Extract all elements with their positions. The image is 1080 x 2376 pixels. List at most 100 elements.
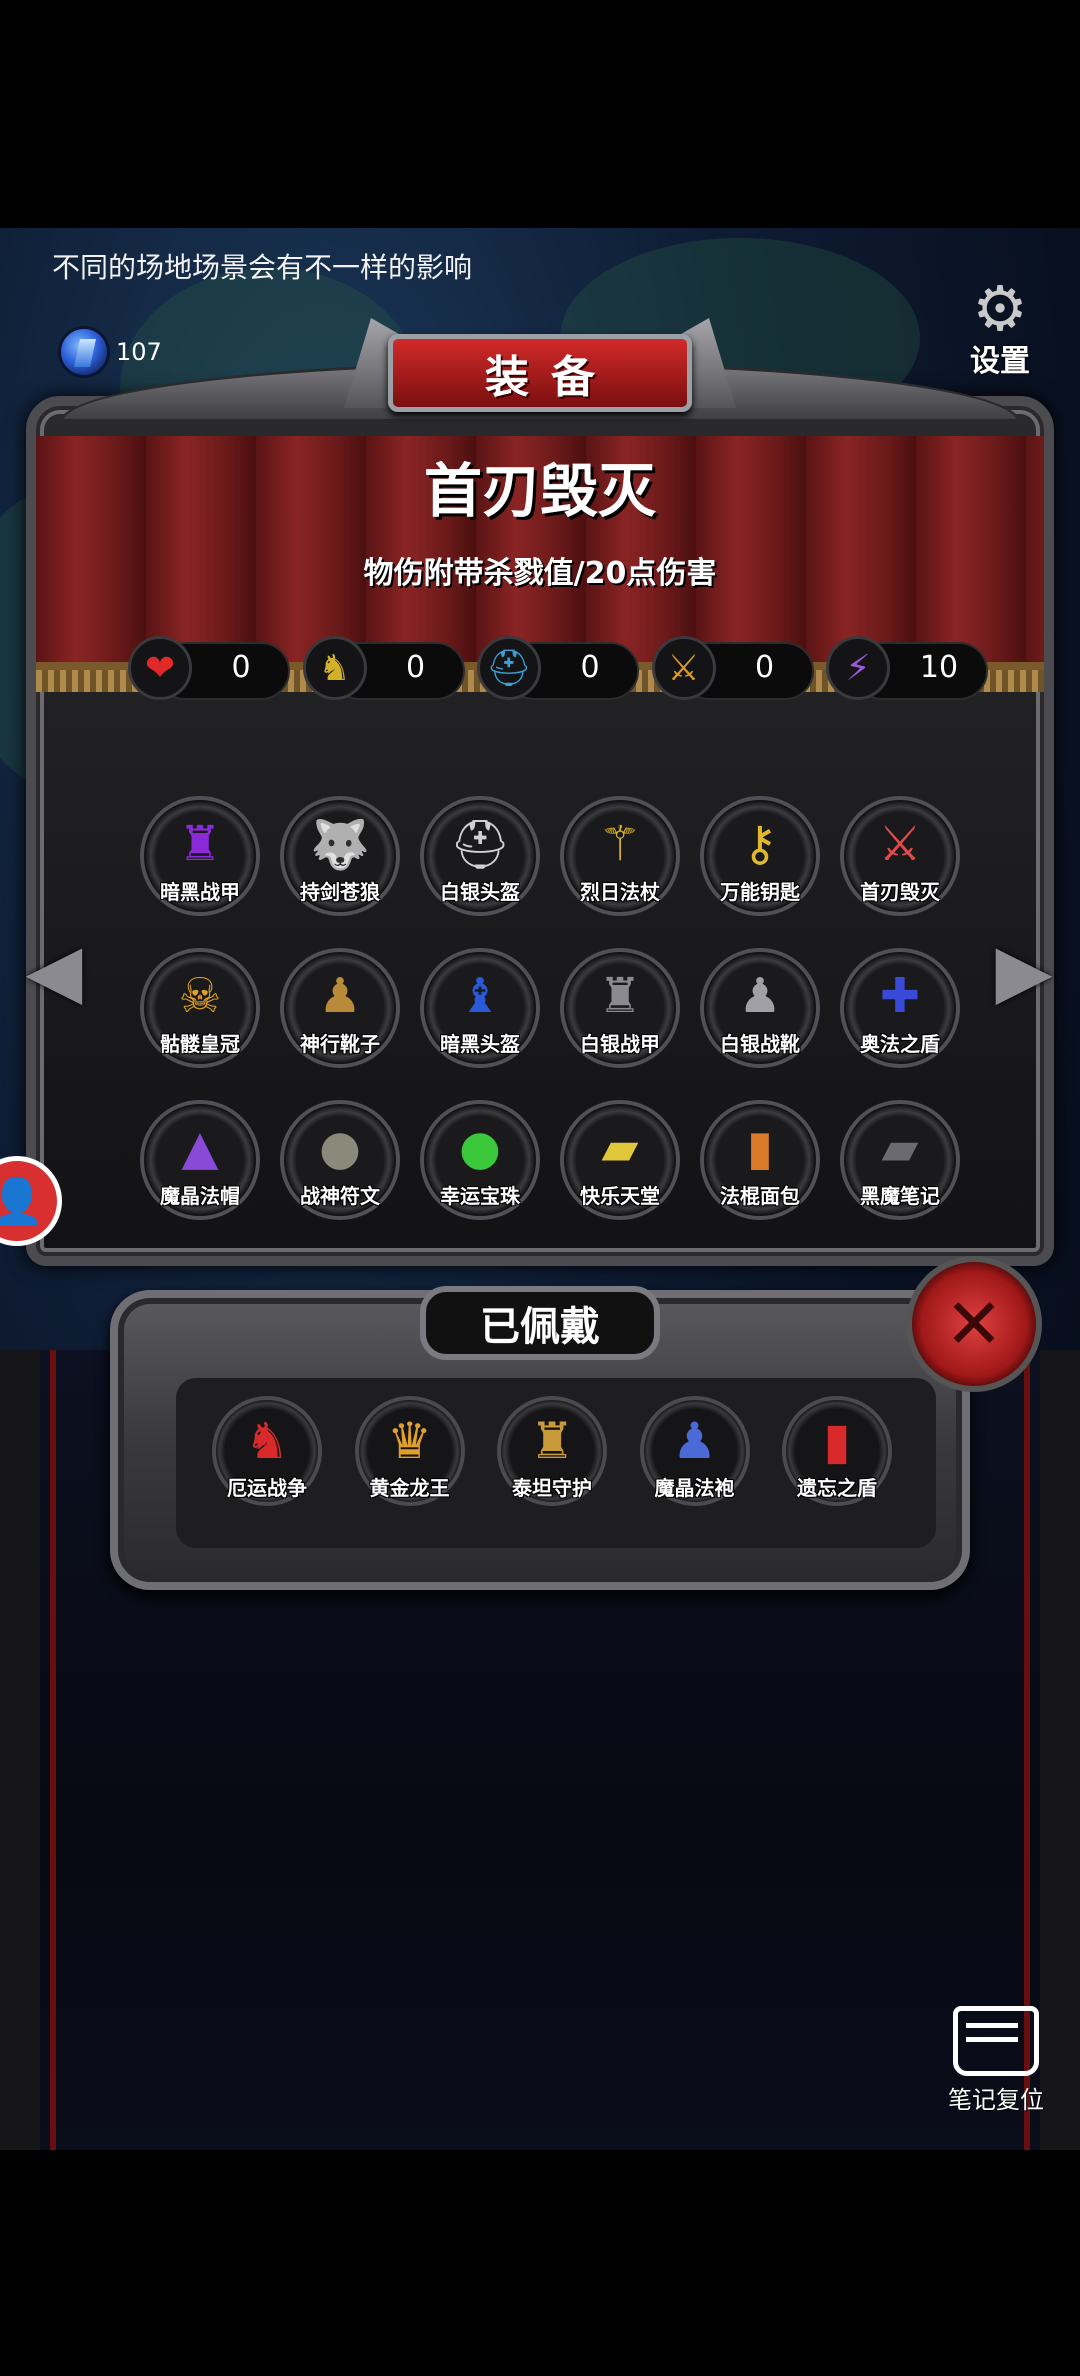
inventory-slot[interactable]: ✚ 奥法之盾 bbox=[840, 948, 960, 1068]
equipped-slot[interactable]: ♜ 泰坦守护 bbox=[497, 1396, 607, 1506]
next-page-arrow[interactable]: ▶ bbox=[984, 896, 1064, 1046]
slot-label: 黑魔笔记 bbox=[860, 1184, 940, 1208]
inventory-slot[interactable]: ☠ 骷髅皇冠 bbox=[140, 948, 260, 1068]
golden-book-icon: ▰ bbox=[601, 1120, 639, 1176]
gem-counter: 107 bbox=[58, 326, 162, 378]
silver-armor-icon: ♜ bbox=[598, 968, 642, 1024]
prev-page-arrow[interactable]: ◀ bbox=[14, 896, 94, 1046]
inventory-slot[interactable]: ⚚ 烈日法杖 bbox=[560, 796, 680, 916]
equipped-label: 厄运战争 bbox=[227, 1476, 307, 1500]
silver-boots-icon: ♟ bbox=[738, 968, 782, 1024]
slot-label: 魔晶法帽 bbox=[160, 1184, 240, 1208]
equipped-label: 魔晶法袍 bbox=[654, 1476, 735, 1500]
equipped-label: 遗忘之盾 bbox=[797, 1476, 877, 1500]
stat-value: 0 bbox=[580, 650, 600, 685]
reset-notes-button[interactable]: 笔记复位 bbox=[936, 2006, 1056, 2115]
dark-helmet-icon: ♝ bbox=[458, 968, 502, 1024]
inventory-slot[interactable]: ♝ 暗黑头盔 bbox=[420, 948, 540, 1068]
slot-label: 白银头盔 bbox=[440, 880, 520, 904]
inventory-grid: ♜ 暗黑战甲 🐺 持剑苍狼 ⛑ 白银头盔 ⚚ 烈日法杖 ⚷ 万能钥匙 ⚔ 首刃毁灭 ☠ 骷髅皇冠 ♟ 神行靴子… bbox=[140, 796, 960, 1220]
settings-button[interactable]: ⚙ 设置 bbox=[960, 278, 1040, 380]
stat-strength: ♞ 0 bbox=[302, 636, 465, 700]
arcane-shield-icon: ✚ bbox=[879, 968, 921, 1024]
panel-title: 装备 bbox=[485, 352, 617, 403]
dark-armor-icon: ♜ bbox=[178, 816, 222, 872]
stat-sword: ⚔ 0 bbox=[651, 636, 814, 700]
sword-icon: ⚔ bbox=[651, 636, 716, 700]
equipped-slot[interactable]: ▮ 遗忘之盾 bbox=[782, 1396, 892, 1506]
close-button[interactable]: ✕ bbox=[906, 1256, 1042, 1392]
robe-icon: ♟ bbox=[672, 1412, 717, 1470]
slot-label: 战神符文 bbox=[300, 1184, 380, 1208]
inventory-slot[interactable]: ▲ 魔晶法帽 bbox=[140, 1100, 260, 1220]
wizard-hat-icon: ▲ bbox=[181, 1120, 219, 1176]
inventory-slot[interactable]: ♟ 白银战靴 bbox=[700, 948, 820, 1068]
inventory-slot[interactable]: ⛑ 白银头盔 bbox=[420, 796, 540, 916]
inventory-slot[interactable]: ♟ 神行靴子 bbox=[280, 948, 400, 1068]
inventory-slot[interactable]: ♜ 暗黑战甲 bbox=[140, 796, 260, 916]
inventory-slot[interactable]: ⚷ 万能钥匙 bbox=[700, 796, 820, 916]
close-icon: ✕ bbox=[944, 1283, 1004, 1365]
stat-bar: ❤ 0 ♞ 0 ⛑ 0 ⚔ 0 ⚡ 10 bbox=[128, 636, 988, 700]
skull-crown-icon: ☠ bbox=[178, 968, 222, 1024]
blade-icon: ⚔ bbox=[878, 816, 922, 872]
staff-icon: ⚚ bbox=[598, 816, 642, 872]
equipped-title: 已佩戴 bbox=[420, 1286, 660, 1360]
key-icon: ⚷ bbox=[742, 816, 778, 872]
blue-gem-icon bbox=[58, 326, 110, 378]
red-shield-icon: ▮ bbox=[823, 1412, 851, 1470]
inventory-slot[interactable]: ▰ 黑魔笔记 bbox=[840, 1100, 960, 1220]
rune-icon: ● bbox=[319, 1120, 361, 1176]
slot-label: 万能钥匙 bbox=[720, 880, 800, 904]
red-knight-icon: ♞ bbox=[244, 1412, 290, 1470]
slot-label: 首刃毁灭 bbox=[860, 880, 940, 904]
inventory-slot[interactable]: ● 战神符文 bbox=[280, 1100, 400, 1220]
baguette-icon: ▮ bbox=[746, 1120, 774, 1176]
hint-text: 不同的场地场景会有不一样的影响 bbox=[52, 251, 473, 284]
stat-helmet: ⛑ 0 bbox=[477, 636, 639, 700]
selected-item-name: 首刃毁灭 bbox=[423, 457, 656, 525]
inventory-slot[interactable]: ● 幸运宝珠 bbox=[420, 1100, 540, 1220]
helmet-icon: ⛑ bbox=[477, 636, 541, 700]
heart-icon: ❤ bbox=[128, 636, 192, 700]
inventory-slot[interactable]: ▮ 法棍面包 bbox=[700, 1100, 820, 1220]
equipped-slot[interactable]: ♛ 黄金龙王 bbox=[354, 1396, 465, 1506]
slot-label: 暗黑战甲 bbox=[160, 880, 240, 904]
stat-value: 0 bbox=[754, 650, 775, 685]
equipped-items: ♞ 厄运战争 ♛ 黄金龙王 ♜ 泰坦守护 ♟ 魔晶法袍 ▮ 遗忘之盾 bbox=[212, 1396, 892, 1506]
settings-label: 设置 bbox=[970, 344, 1030, 379]
titan-icon: ♜ bbox=[529, 1412, 575, 1470]
user-icon: 👤 bbox=[0, 1176, 45, 1227]
equipped-slot[interactable]: ♟ 魔晶法袍 bbox=[639, 1396, 750, 1506]
slot-label: 幸运宝珠 bbox=[440, 1184, 520, 1208]
panel-title-plate: 装备 bbox=[388, 334, 692, 412]
slot-label: 暗黑头盔 bbox=[440, 1032, 520, 1056]
golden-dragon-icon: ♛ bbox=[387, 1412, 432, 1470]
boots-icon: ♟ bbox=[318, 968, 362, 1024]
dark-book-icon: ▰ bbox=[881, 1120, 919, 1176]
equipped-slot[interactable]: ♞ 厄运战争 bbox=[212, 1396, 322, 1506]
equipped-label: 黄金龙王 bbox=[369, 1476, 450, 1500]
stat-value: 10 bbox=[919, 650, 959, 685]
equipped-label: 泰坦守护 bbox=[512, 1476, 592, 1500]
slot-label: 快乐天堂 bbox=[580, 1184, 660, 1208]
gem-count: 107 bbox=[116, 338, 162, 366]
stat-lightning: ⚡ 10 bbox=[826, 636, 988, 700]
slot-label: 奥法之盾 bbox=[860, 1032, 940, 1056]
slot-label: 持剑苍狼 bbox=[300, 880, 380, 904]
inventory-slot[interactable]: ♜ 白银战甲 bbox=[560, 948, 680, 1068]
selected-item-description: 物伤附带杀戮值/20点伤害 bbox=[363, 556, 717, 591]
slot-label: 烈日法杖 bbox=[580, 880, 660, 904]
slot-label: 白银战甲 bbox=[580, 1032, 660, 1056]
slot-label: 法棍面包 bbox=[720, 1184, 800, 1208]
stat-heart: ❤ 0 bbox=[128, 636, 290, 700]
inventory-slot[interactable]: 🐺 持剑苍狼 bbox=[280, 796, 400, 916]
slot-label: 骷髅皇冠 bbox=[160, 1032, 240, 1056]
lightning-icon: ⚡ bbox=[826, 636, 890, 700]
lucky-orb-icon: ● bbox=[459, 1120, 501, 1176]
slot-label: 神行靴子 bbox=[300, 1032, 380, 1056]
stat-value: 0 bbox=[405, 650, 426, 685]
inventory-slot[interactable]: ▰ 快乐天堂 bbox=[560, 1100, 680, 1220]
inventory-slot[interactable]: ⚔ 首刃毁灭 bbox=[840, 796, 960, 916]
stat-value: 0 bbox=[231, 650, 251, 685]
